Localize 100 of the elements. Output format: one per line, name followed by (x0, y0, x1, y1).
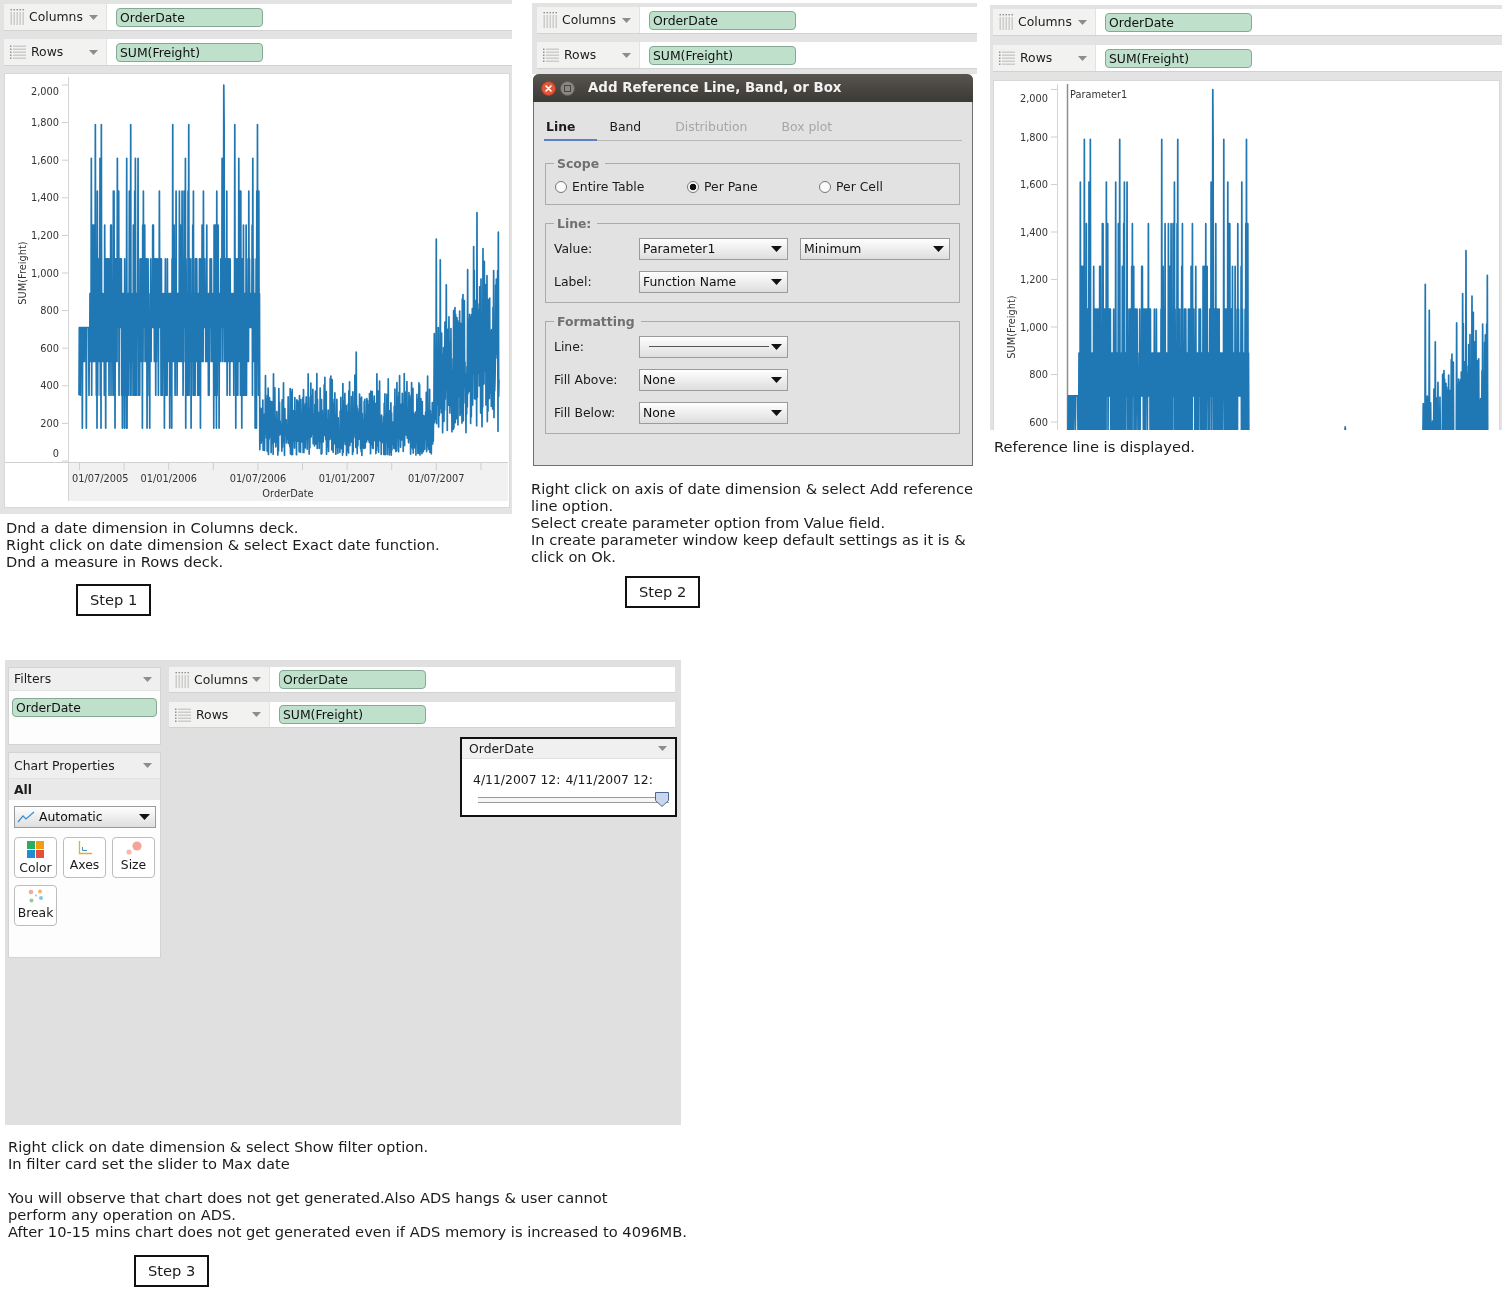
radio-label: Per Pane (704, 179, 758, 195)
dots-icon (27, 889, 44, 903)
caret-icon[interactable] (771, 343, 782, 350)
axis-tick-label: 1,400 (1019, 226, 1048, 238)
date-range-text: 4/11/2007 12: (565, 772, 653, 788)
card-title: Filters (14, 671, 52, 687)
dialog-title: Add Reference Line, Band, or Box (588, 79, 842, 97)
instruction-text: Dnd a date dimension in Columns deck. (6, 519, 299, 536)
dropdown-field[interactable]: Function Name (639, 270, 788, 293)
caret-icon[interactable] (933, 245, 944, 252)
step-label: Step 2 (625, 576, 701, 608)
field-label: Fill Below: (554, 404, 617, 421)
dropdown-field[interactable]: Parameter1 (639, 237, 788, 260)
size-button[interactable]: Size (112, 837, 155, 878)
axis-tick-label: 1,600 (30, 154, 59, 166)
axis-tick-label: 800 (1029, 369, 1048, 380)
circles-icon (125, 841, 142, 855)
field-pill[interactable]: OrderDate (279, 670, 426, 689)
shelf-label: Columns (29, 9, 83, 25)
axis-tick-label: 1,000 (30, 267, 59, 279)
axis-tick-label: 600 (1029, 416, 1048, 428)
instruction-text: Right click on date dimension & select Exact date function. (6, 536, 440, 553)
reference-line-label: Parameter1 (1070, 89, 1128, 100)
instruction-text: In filter card set the slider to Max date (8, 1155, 290, 1172)
radio-label: Per Cell (836, 179, 883, 195)
axis-tick-label: 1,800 (1019, 131, 1048, 143)
caret-icon[interactable] (771, 278, 782, 285)
field-pill[interactable]: OrderDate (649, 10, 796, 30)
instruction-text: perform any operation on ADS. (8, 1206, 236, 1223)
field-label: Value: (554, 240, 594, 257)
rows-icon (999, 51, 1015, 65)
field-pill[interactable]: SUM(Freight) (1105, 48, 1252, 68)
caret-icon[interactable] (771, 409, 782, 416)
card-title: OrderDate (469, 740, 534, 757)
axis-tick-label: 200 (40, 417, 59, 429)
tab[interactable]: Line (544, 115, 598, 141)
field-pill[interactable]: OrderDate (12, 698, 157, 717)
columns-icon (10, 9, 24, 25)
line-chart-icon (17, 811, 35, 823)
axes-icon (77, 841, 92, 855)
dropdown-field[interactable]: None (639, 401, 788, 424)
shelf-label: Columns (1018, 14, 1072, 30)
tab[interactable]: Band (607, 115, 664, 141)
instruction-text: In create parameter window keep default settings as it is & click on Ok. (531, 531, 967, 565)
axis-title: OrderDate (262, 488, 314, 499)
field-label: Fill Above: (554, 371, 619, 388)
section-label: All (9, 779, 160, 800)
axis-tick-label: 01/07/2005 (72, 473, 129, 484)
axis-tick-label: 400 (40, 380, 59, 392)
dropdown-field[interactable]: Automatic (14, 806, 156, 828)
step-label: Step 1 (76, 584, 152, 616)
group-legend: Formatting (554, 312, 641, 330)
instruction-text: Reference line is displayed. (994, 438, 1195, 455)
caret-icon[interactable] (771, 376, 782, 383)
rows-icon (543, 48, 559, 62)
instruction-text: Right click on axis of date dimension & select Add reference line option. (531, 480, 974, 514)
instruction-text: After 10-15 mins chart does not get generated even if ADS memory is increased to 4096MB. (8, 1223, 687, 1240)
axes-button[interactable]: Axes (63, 837, 106, 878)
color-button[interactable]: Color (14, 837, 57, 878)
radio-button[interactable] (555, 180, 567, 193)
caret-icon[interactable] (771, 245, 782, 252)
field-pill[interactable]: SUM(Freight) (279, 705, 426, 724)
date-range-text: 4/11/2007 12: (473, 772, 561, 788)
axis-tick-label: 800 (40, 305, 59, 317)
axis-tick-label: 01/01/2006 (140, 473, 197, 484)
axis-tick-label: 01/07/2007 (408, 473, 465, 484)
close-icon[interactable] (541, 80, 556, 96)
axis-tick-label: 1,200 (30, 229, 59, 241)
caret-icon[interactable] (139, 814, 150, 820)
rows-icon (10, 45, 26, 59)
axis-tick-label: 01/07/2006 (229, 473, 287, 484)
dropdown-field[interactable] (639, 335, 788, 358)
field-pill[interactable]: OrderDate (116, 7, 263, 27)
rows-icon (175, 707, 191, 722)
axis-tick-label: 0 (52, 447, 59, 459)
shelf-label: Rows (196, 706, 229, 723)
break-button[interactable]: Break (14, 885, 57, 926)
step-label: Step 3 (134, 1255, 210, 1287)
slider-thumb[interactable] (655, 791, 669, 807)
color-grid-icon (27, 841, 44, 858)
axis-title: SUM(Freight) (1006, 295, 1017, 359)
axis-tick-label: 600 (40, 342, 59, 354)
dropdown-field[interactable]: None (639, 368, 788, 391)
radio-button[interactable] (819, 180, 831, 193)
field-pill[interactable]: OrderDate (1105, 12, 1252, 32)
dropdown-field[interactable]: Minimum (800, 237, 950, 260)
columns-icon (175, 671, 189, 688)
shelf-label: Columns (194, 671, 248, 688)
radio-button[interactable] (687, 180, 699, 193)
field-pill[interactable]: SUM(Freight) (649, 45, 796, 65)
radio-label: Entire Table (572, 179, 645, 195)
axis-tick-label: 2,000 (1019, 92, 1048, 104)
axis-tick-label: 1,800 (30, 117, 59, 129)
shelf-label: Columns (562, 12, 616, 28)
group-legend: Line: (554, 214, 598, 232)
instruction-text: Select create parameter option from Value field. (531, 514, 886, 531)
axis-title: SUM(Freight) (17, 241, 28, 305)
instruction-text: Dnd a measure in Rows deck. (6, 553, 224, 570)
field-pill[interactable]: SUM(Freight) (116, 42, 263, 62)
card-title: Chart Properties (14, 757, 115, 774)
